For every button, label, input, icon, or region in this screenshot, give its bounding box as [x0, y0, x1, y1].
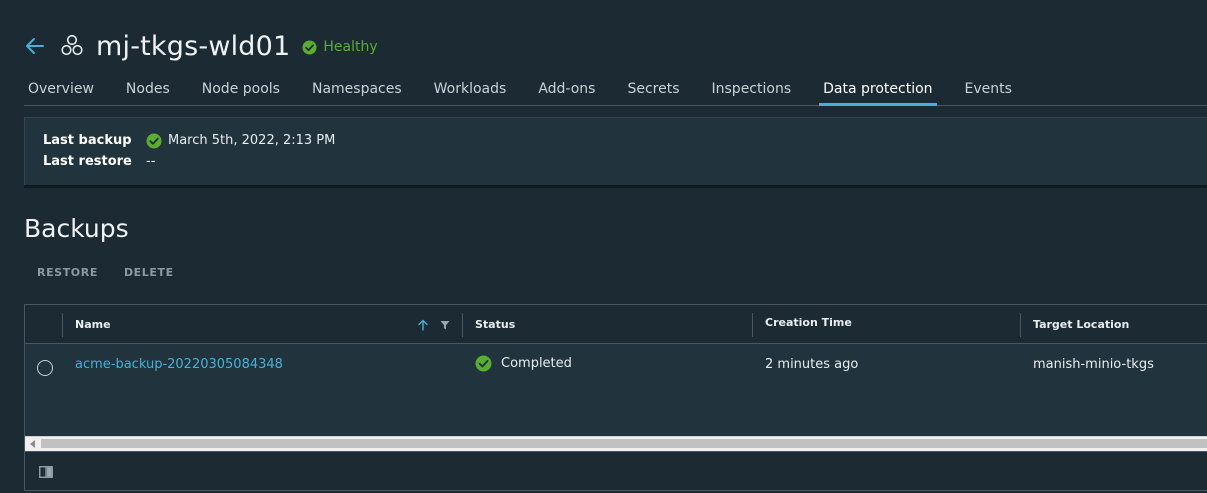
tab-workloads[interactable]: Workloads [430, 75, 511, 106]
health-status: Healthy [323, 38, 378, 55]
column-header-target-location[interactable]: Target Location [1033, 305, 1129, 344]
page-title: mj-tkgs-wld01 [96, 30, 291, 62]
tab-nodes[interactable]: Nodes [122, 75, 174, 106]
backups-title: Backups [24, 214, 129, 243]
last-backup-row: Last backup March 5th, 2022, 2:13 PM [43, 130, 1207, 151]
column-header-name[interactable]: Name [75, 305, 111, 344]
check-circle-icon [302, 39, 317, 55]
triangle-left-icon [29, 440, 35, 448]
tab-secrets[interactable]: Secrets [623, 75, 683, 106]
last-backup-time: March 5th, 2022, 2:13 PM [168, 133, 336, 148]
backup-actions: RESTORE DELETE [37, 266, 200, 279]
backup-summary-card: Last backup March 5th, 2022, 2:13 PM Las… [24, 117, 1207, 185]
tab-events[interactable]: Events [961, 75, 1016, 106]
scrollbar-thumb[interactable] [41, 439, 1207, 448]
last-restore-value: -- [146, 154, 156, 169]
grid-footer [25, 451, 1207, 490]
horizontal-scrollbar[interactable] [25, 436, 1207, 451]
tab-bar: Overview Nodes Node pools Namespaces Wor… [24, 75, 1207, 106]
tab-data-protection[interactable]: Data protection [819, 75, 937, 106]
column-separator [1020, 313, 1021, 337]
delete-button[interactable]: DELETE [124, 266, 174, 279]
filter-icon[interactable] [439, 319, 451, 331]
backup-name-link[interactable]: acme-backup-20220305084348 [75, 357, 283, 372]
last-backup-value: March 5th, 2022, 2:13 PM [146, 133, 335, 149]
tab-add-ons[interactable]: Add-ons [534, 75, 599, 106]
column-separator [62, 313, 63, 337]
last-restore-row: Last restore -- [43, 151, 1207, 172]
row-select-radio[interactable] [37, 360, 53, 376]
restore-button[interactable]: RESTORE [37, 266, 98, 279]
column-separator [752, 313, 753, 337]
backup-status-text: Completed [501, 356, 572, 371]
tab-node-pools[interactable]: Node pools [198, 75, 284, 106]
backup-status: Completed [475, 355, 572, 372]
backups-grid: Name Status Creation Time Target Locatio… [24, 304, 1207, 491]
page-header: mj-tkgs-wld01 Healthy [24, 28, 378, 64]
scroll-left-button[interactable] [25, 437, 40, 451]
check-circle-icon [475, 355, 492, 372]
column-separator [462, 313, 463, 337]
backup-target-location: manish-minio-tkgs [1033, 357, 1154, 372]
table-row: acme-backup-20220305084348 Completed 2 m… [25, 345, 1207, 437]
tab-inspections[interactable]: Inspections [708, 75, 796, 106]
column-header-status[interactable]: Status [475, 305, 515, 344]
cluster-icon [61, 34, 83, 56]
last-restore-label: Last restore [43, 154, 132, 169]
column-header-creation-time[interactable]: Creation Time [765, 305, 852, 342]
arrow-left-icon[interactable] [24, 35, 46, 57]
backup-creation-time: 2 minutes ago [765, 357, 859, 372]
tab-namespaces[interactable]: Namespaces [308, 75, 406, 106]
tab-overview[interactable]: Overview [24, 75, 98, 106]
column-toggle-icon[interactable] [39, 466, 53, 478]
grid-header: Name Status Creation Time Target Locatio… [25, 305, 1207, 344]
check-circle-icon [146, 133, 162, 148]
sort-ascending-icon[interactable] [417, 319, 429, 331]
last-backup-label: Last backup [43, 133, 132, 148]
